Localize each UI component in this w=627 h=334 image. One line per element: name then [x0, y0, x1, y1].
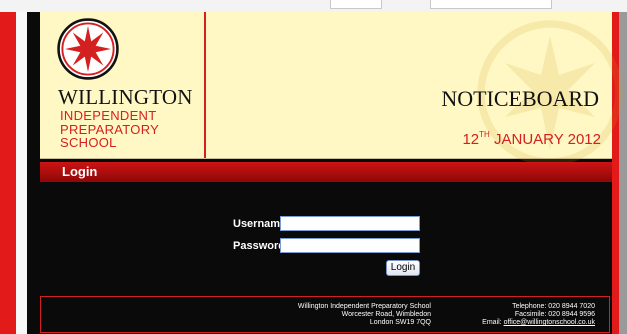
login-title: Login	[62, 164, 98, 179]
footer: Willington Independent Preparatory Schoo…	[40, 296, 610, 333]
email-label: Email:	[482, 319, 504, 326]
address-line: Willington Independent Preparatory Schoo…	[297, 303, 431, 310]
facsimile: Facsimile: 020 8944 9596	[514, 311, 595, 318]
username-input[interactable]	[280, 216, 420, 231]
login-button[interactable]: Login	[386, 260, 420, 276]
date-suffix: TH	[479, 130, 490, 139]
browser-top-strip	[0, 0, 627, 12]
school-name: WILLINGTON	[58, 85, 193, 109]
email-link[interactable]: office@willingtonschool.co.uk	[504, 319, 595, 326]
date-day: 12	[462, 131, 480, 148]
login-title-bar: Login	[40, 162, 612, 182]
telephone: Telephone: 020 8944 7020	[512, 303, 595, 310]
school-subtitle-line: INDEPENDENT	[60, 108, 157, 123]
browser-tab-fragment	[430, 0, 552, 9]
left-white-border	[16, 12, 27, 334]
browser-tab-fragment	[330, 0, 382, 9]
email-line: Email: office@willingtonschool.co.uk	[482, 319, 595, 327]
footer-address: Willington Independent Preparatory Schoo…	[251, 303, 431, 327]
school-subtitle-line: SCHOOL	[60, 135, 117, 150]
header-divider	[204, 12, 206, 158]
school-subtitle-line: PREPARATORY	[60, 121, 160, 137]
address-line: London SW19 7QQ	[369, 319, 431, 326]
school-subtitle: INDEPENDENT PREPARATORY SCHOOL	[60, 109, 159, 150]
address-line: Worcester Road, Wimbledon	[341, 311, 431, 318]
page-date: 12TH JANUARY 2012	[462, 130, 601, 148]
login-form: Username: Password: Login	[40, 182, 612, 294]
page-title: NOTICEBOARD	[441, 86, 599, 111]
date-month-year: JANUARY 2012	[489, 131, 601, 148]
password-input[interactable]	[280, 238, 420, 253]
school-crest-icon	[57, 18, 119, 80]
footer-contact: Telephone: 020 8944 7020 Facsimile: 020 …	[482, 303, 595, 327]
left-red-border	[0, 12, 16, 334]
